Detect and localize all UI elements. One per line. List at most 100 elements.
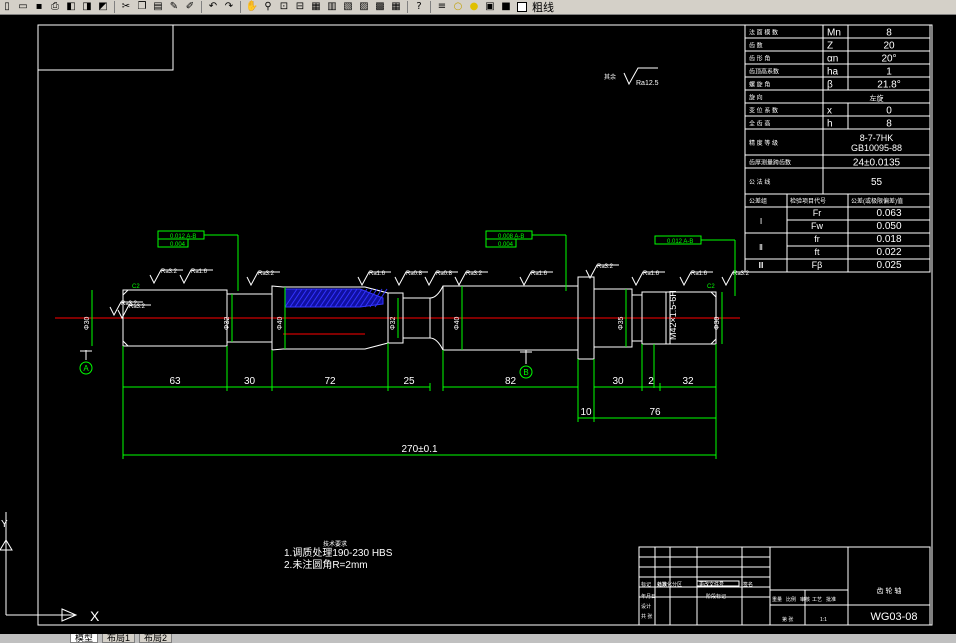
tab-layout2[interactable]: 布局2 <box>139 634 173 643</box>
tab-model[interactable]: 模型 <box>70 634 99 643</box>
chamfer-line <box>122 340 129 347</box>
param-value: 1 <box>886 67 892 78</box>
tol-symbol: Fr <box>813 208 822 218</box>
roughness-label: Ra0.8 <box>436 271 453 277</box>
gtol-value: 0.004 <box>170 242 186 248</box>
title-block-cell: 年月日 <box>641 593 656 600</box>
param-symbol: αn <box>827 54 838 65</box>
current-layer-name[interactable]: 粗线 <box>532 0 554 15</box>
title-block-cell: 更改文件号 <box>699 581 724 588</box>
roughness-label: Ra0.8 <box>406 271 423 277</box>
param-name: 齿 形 角 <box>749 55 770 63</box>
print-icon[interactable]: ⎙ <box>48 1 62 13</box>
title-block-cell: 1:1 <box>820 617 827 623</box>
param-name: 变 位 系 数 <box>749 107 778 115</box>
sheet-set-icon[interactable]: ▨ <box>357 1 371 13</box>
paste-icon[interactable]: ▤ <box>151 1 165 13</box>
calculator-icon[interactable]: ▦ <box>389 1 403 13</box>
zoom-window-icon[interactable]: ⊡ <box>277 1 291 13</box>
datum-b: B <box>523 368 528 377</box>
diameter-label: Φ35 <box>618 317 625 330</box>
thread-label: M42×1.5-6H <box>668 290 678 340</box>
preview-icon[interactable]: ◧ <box>64 1 78 13</box>
part-name: 齿 轮 轴 <box>877 586 902 595</box>
tab-layout1[interactable]: 布局1 <box>102 634 136 643</box>
param-name: 旋 向 <box>749 94 763 102</box>
cut-icon[interactable]: ✂ <box>119 1 133 13</box>
design-center-icon[interactable]: ▥ <box>325 1 339 13</box>
standard-toolbar: ▯ ▭ ▪ ⎙ ◧ ◨ ◩ ✂ ❐ ▤ ✎ ✐ ↶ ↷ ✋ ⚲ ⊡ ⊟ ▦ ▥ ▧ ▨ ▩ ▦? ≡ ○ ● ▣ ■ 粗线 <box>0 0 956 15</box>
redo-icon[interactable]: ↷ <box>222 1 236 13</box>
diameter-label: Φ32 <box>224 317 231 330</box>
param-name: 齿厚测量跨齿数 <box>749 159 791 167</box>
title-block-cell: 重量 <box>772 596 782 603</box>
param-value: 20 <box>883 41 895 52</box>
tol-value: 0.063 <box>876 208 901 219</box>
param-name: 齿 数 <box>749 42 763 50</box>
gtol-value: 0.012 A-B <box>667 239 693 245</box>
param-symbol: Mn <box>827 28 841 39</box>
publish-icon[interactable]: ◨ <box>80 1 94 13</box>
param-value-standard: GB10095-88 <box>851 143 902 153</box>
help-icon[interactable]: ? <box>412 1 426 13</box>
tol-group: Ⅲ <box>758 261 764 270</box>
dimension-label: 32 <box>682 376 694 387</box>
brush-icon[interactable]: ✐ <box>183 1 197 13</box>
layer-color-swatch[interactable] <box>517 2 527 12</box>
new-icon[interactable]: ▯ <box>0 1 14 13</box>
drawing-border <box>37 24 933 626</box>
plot-icon[interactable]: ◩ <box>96 1 110 13</box>
roughness-label: Ra1.6 <box>691 271 708 277</box>
save-icon[interactable]: ▪ <box>32 1 46 13</box>
match-props-icon[interactable]: ✎ <box>167 1 181 13</box>
properties-icon[interactable]: ▦ <box>309 1 323 13</box>
param-value: 0 <box>886 106 892 117</box>
undo-icon[interactable]: ↶ <box>206 1 220 13</box>
tool-palettes-icon[interactable]: ▧ <box>341 1 355 13</box>
ucs-y-label: Y <box>1 519 8 530</box>
param-value-precision: 8-7-7HK <box>860 133 894 143</box>
ucs-x-label: X <box>90 608 100 624</box>
dimension-label: 2 <box>648 376 654 387</box>
toolbar-separator <box>430 1 431 13</box>
lock-icon[interactable]: ▣ <box>483 1 497 13</box>
toolbar-separator <box>240 1 241 13</box>
layer-icon[interactable]: ≡ <box>435 1 449 13</box>
tol-value: 0.018 <box>876 234 901 245</box>
open-icon[interactable]: ▭ <box>16 1 30 13</box>
copy-icon[interactable]: ❐ <box>135 1 149 13</box>
param-name: 全 齿 高 <box>749 120 770 128</box>
tol-group: Ⅰ <box>760 217 762 226</box>
param-value: 左旋 <box>870 94 884 103</box>
param-value: 55 <box>871 177 883 188</box>
sun-icon[interactable]: ● <box>467 1 481 13</box>
param-name: 法 面 模 数 <box>749 29 778 37</box>
chamfer-line <box>710 338 717 345</box>
drawing-number: WG03-08 <box>870 611 917 623</box>
datum-a: A <box>83 364 89 373</box>
zoom-realtime-icon[interactable]: ⚲ <box>261 1 275 13</box>
param-name: 精 度 等 级 <box>749 139 778 147</box>
title-block-cell: 标准化 <box>657 581 672 588</box>
toolbar-separator <box>407 1 408 13</box>
bulb-icon[interactable]: ○ <box>451 1 465 13</box>
gtol-value: 0.004 <box>498 242 514 248</box>
color-icon[interactable]: ■ <box>499 1 513 13</box>
roughness-others-value: Ra12.5 <box>636 80 659 87</box>
roughness-label: Ra3.2 <box>466 271 483 277</box>
zoom-previous-icon[interactable]: ⊟ <box>293 1 307 13</box>
param-value: 8 <box>886 119 892 130</box>
roughness-label: Ra1.6 <box>531 271 548 277</box>
diameter-label: Φ32 <box>390 317 397 330</box>
toolbar-separator <box>201 1 202 13</box>
tol-value: 0.022 <box>876 247 901 258</box>
markup-icon[interactable]: ▩ <box>373 1 387 13</box>
dimension-label: 82 <box>505 376 517 387</box>
pan-icon[interactable]: ✋ <box>245 1 259 13</box>
cad-drawing[interactable]: 法 面 模 数 Mn 8齿 数 Z 20齿 形 角 αn 20°齿顶高系数 ha 1螺 旋 角β… <box>0 15 956 636</box>
drawing-canvas[interactable]: 法 面 模 数 Mn 8 齿 数 Z 20 齿 形 角 αn 20° 齿顶高系数 ha 1 螺 旋 角β… <box>0 15 956 636</box>
diameter-label: Φ40 <box>277 317 284 330</box>
param-name: 螺 旋 角 <box>749 81 770 89</box>
tol-symbol: fr <box>814 234 820 244</box>
param-value: 8 <box>886 28 892 39</box>
